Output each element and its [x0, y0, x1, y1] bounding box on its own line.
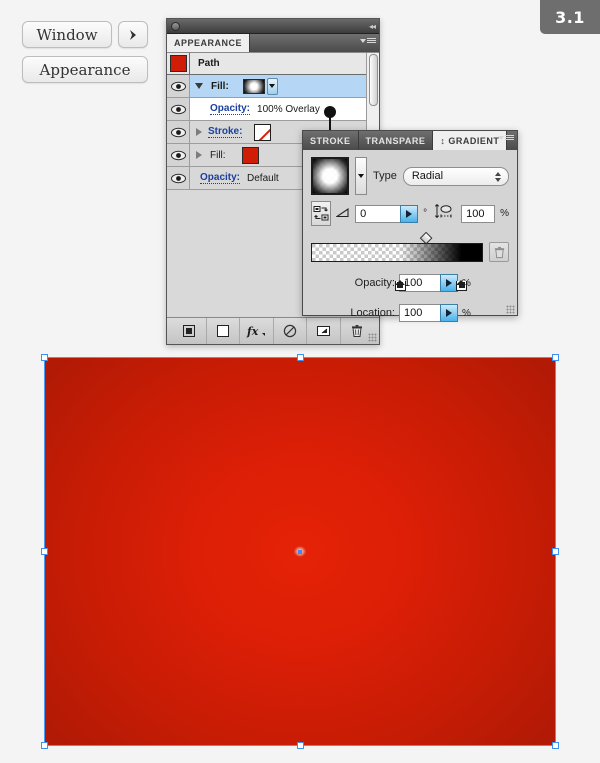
gradient-panel-body: Type Radial 0 ° 100 % Opacity: 100 Locat… — [303, 150, 517, 322]
appearance-row-fill-gradient[interactable]: Fill: — [167, 75, 366, 98]
appearance-header-row[interactable]: Path — [167, 53, 366, 75]
gradient-opacity-row: Opacity: 100 % — [311, 274, 509, 292]
add-new-effect-icon[interactable]: fx — [240, 318, 274, 344]
selection-handle-middle-right[interactable] — [552, 548, 559, 555]
aspect-ratio-icon — [434, 203, 456, 224]
location-stepper-icon[interactable] — [440, 304, 458, 322]
gradient-type-row: Type Radial — [311, 157, 509, 195]
gradient-location-input[interactable]: 100 — [399, 304, 441, 322]
angle-stepper-icon[interactable] — [400, 204, 419, 223]
appearance-tabbar: APPEARANCE — [167, 34, 379, 52]
tab-appearance[interactable]: APPEARANCE — [167, 34, 251, 52]
selection-handle-top-center[interactable] — [296, 354, 304, 361]
selection-handle-bottom-right[interactable] — [552, 742, 559, 749]
tab-gradient[interactable]: ↕ GRADIENT — [433, 131, 508, 150]
tab-transparency[interactable]: TRANSPARE — [359, 131, 434, 150]
gradient-aspect-input[interactable]: 100 — [461, 204, 496, 223]
panel-menu-icon[interactable] — [360, 38, 376, 43]
panel-menu-icon[interactable] — [498, 135, 514, 140]
gradient-midpoint-handle[interactable] — [419, 231, 432, 244]
gradient-location-unit: % — [462, 307, 471, 319]
gradient-angle-input[interactable]: 0 — [355, 204, 402, 223]
add-new-fill-icon[interactable] — [207, 318, 240, 344]
opacity-default-link[interactable]: Opacity: — [200, 172, 241, 184]
artwork-selection[interactable] — [41, 354, 559, 749]
opacity-link[interactable]: Opacity: — [210, 103, 251, 115]
svg-text:fx: fx — [246, 325, 259, 338]
tab-stroke[interactable]: STROKE — [303, 131, 359, 150]
type-label: Type — [373, 170, 397, 182]
gradient-preview-swatch[interactable] — [311, 157, 349, 195]
disclosure-triangle-icon[interactable] — [195, 83, 203, 89]
clear-appearance-icon[interactable] — [274, 318, 307, 344]
opacity-default-value: Default — [247, 172, 279, 184]
tab-drag-icon: ↕ — [440, 135, 446, 146]
selection-handle-middle-left[interactable] — [41, 548, 48, 555]
gradient-angle-row: 0 ° 100 % — [311, 201, 509, 226]
gradient-center-point[interactable] — [298, 549, 302, 554]
path-swatch-cell — [167, 53, 190, 74]
scrollbar-thumb[interactable] — [369, 54, 378, 106]
appearance-target-label: Path — [198, 58, 220, 69]
add-new-stroke-icon[interactable] — [173, 318, 207, 344]
gradient-opacity-label: Opacity: — [354, 277, 395, 289]
disclosure-triangle-icon[interactable] — [196, 128, 202, 136]
opacity-value: 100% Overlay — [257, 103, 320, 115]
stroke-link[interactable]: Stroke: — [208, 126, 243, 138]
selection-handle-top-left[interactable] — [41, 354, 48, 361]
gradient-stop-handle[interactable] — [456, 262, 468, 291]
path-color-swatch[interactable] — [169, 55, 187, 72]
gradient-type-value: Radial — [411, 170, 444, 182]
window-menu-button[interactable]: Window — [22, 21, 112, 48]
resize-grip-icon[interactable] — [506, 305, 515, 314]
appearance-row-fill-opacity[interactable]: Opacity: 100% Overlay — [167, 98, 366, 121]
visibility-toggle-icon[interactable] — [167, 75, 190, 97]
aspect-unit: % — [500, 208, 509, 219]
gradient-slider-bar[interactable] — [311, 231, 483, 291]
delete-gradient-stop-icon[interactable] — [489, 242, 509, 262]
version-badge: 3.1 — [540, 0, 600, 34]
gradient-slider-row — [311, 231, 509, 291]
select-arrows-icon — [495, 171, 501, 182]
angle-unit: ° — [423, 208, 428, 219]
gradient-location-label: Location: — [350, 307, 395, 319]
visibility-toggle-icon[interactable] — [167, 144, 190, 166]
resize-grip-icon[interactable] — [368, 333, 377, 342]
gradient-type-select[interactable]: Radial — [402, 166, 509, 186]
gradient-panel-tabbar: STROKE TRANSPARE ↕ GRADIENT — [303, 131, 517, 150]
selection-handle-bottom-left[interactable] — [41, 742, 48, 749]
fill-swatch-dropdown-icon[interactable] — [266, 77, 278, 95]
visibility-toggle-icon[interactable] — [167, 121, 190, 143]
stroke-none-swatch[interactable] — [254, 123, 272, 141]
selection-handle-top-right[interactable] — [552, 354, 559, 361]
fill-gradient-swatch[interactable] — [242, 78, 265, 94]
fill-color-swatch[interactable] — [241, 146, 259, 164]
chevron-right-icon[interactable] — [118, 21, 148, 48]
gradient-stop-handle[interactable] — [394, 262, 406, 291]
visibility-toggle-icon[interactable] — [167, 167, 190, 189]
appearance-menu-item[interactable]: Appearance — [22, 56, 148, 83]
angle-icon — [335, 207, 350, 221]
gradient-location-row: Location: 100 % — [311, 304, 509, 322]
reverse-gradient-icon[interactable] — [311, 201, 332, 226]
gradient-preset-dropdown-icon[interactable] — [355, 157, 367, 195]
appearance-panel-titlebar[interactable]: ◂◂ — [167, 19, 379, 34]
collapse-panel-icon[interactable]: ◂◂ — [369, 22, 376, 31]
callout-connector-dot — [324, 106, 336, 118]
panel-close-icon[interactable] — [171, 21, 180, 31]
row-label-fill: Fill: — [211, 80, 229, 92]
selection-handle-bottom-center[interactable] — [296, 742, 304, 749]
tab-gradient-label: GRADIENT — [448, 135, 500, 146]
row-label-fill-solid: Fill: — [210, 149, 226, 161]
gradient-panel: STROKE TRANSPARE ↕ GRADIENT Type Radial — [302, 130, 518, 322]
visibility-toggle-icon[interactable] — [167, 98, 190, 120]
